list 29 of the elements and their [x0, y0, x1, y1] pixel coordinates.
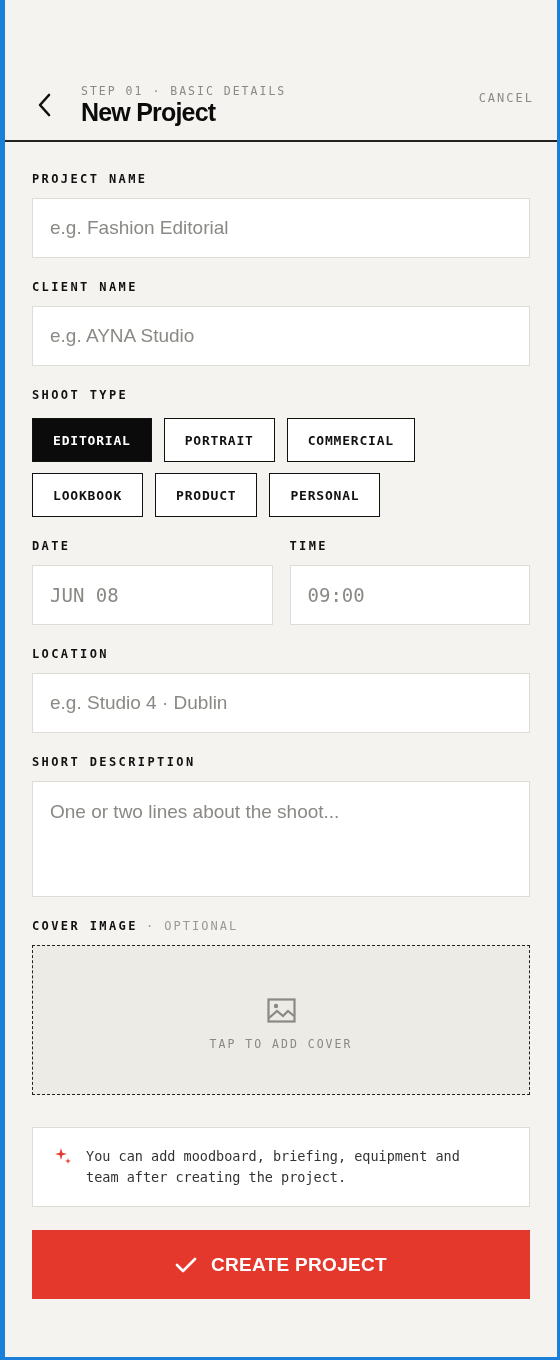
input-field[interactable]: e.g. Studio 4 · Dublin: [32, 673, 530, 733]
input-field[interactable]: e.g. AYNA Studio: [32, 306, 530, 366]
input-field[interactable]: JUN 08: [32, 565, 273, 625]
field-label: TIME: [289, 539, 329, 554]
image-icon: [266, 998, 296, 1023]
field-label: SHORT DESCRIPTION: [32, 755, 197, 770]
shoot-type-chip[interactable]: EDITORIAL: [32, 418, 152, 462]
input-field[interactable]: e.g. Fashion Editorial: [32, 198, 530, 258]
note-text: You can add moodboard, briefing, equipment and team after creating the project.: [86, 1147, 461, 1187]
description-field[interactable]: One or two lines about the shoot...: [32, 781, 530, 897]
step-label: STEP 01 · BASIC DETAILS: [81, 84, 288, 98]
shoot-type-chip[interactable]: PRODUCT: [155, 473, 258, 517]
field-label: PROJECT NAME: [32, 172, 149, 187]
input-field[interactable]: 09:00: [289, 565, 530, 625]
optional-hint: · OPTIONAL: [145, 919, 239, 934]
sparkle-icon: [55, 1148, 72, 1165]
page-title: New Project: [81, 98, 217, 126]
field-label: LOCATION: [32, 647, 110, 662]
shoot-type-chip[interactable]: PERSONAL: [269, 473, 381, 517]
shoot-type-chip[interactable]: LOOKBOOK: [32, 473, 143, 517]
check-icon: [175, 1255, 198, 1274]
create-project-button[interactable]: CREATE PROJECT: [32, 1230, 530, 1299]
field-label: COVER IMAGE: [32, 919, 138, 934]
shoot-type-chip[interactable]: PORTRAIT: [163, 418, 275, 462]
shoot-type-chip[interactable]: COMMERCIAL: [286, 418, 415, 462]
field-label: SHOOT TYPE: [32, 388, 130, 403]
cover-prompt: TAP TO ADD COVER: [209, 1037, 353, 1051]
field-label: CLIENT NAME: [32, 280, 139, 295]
field-label: DATE: [32, 539, 72, 554]
